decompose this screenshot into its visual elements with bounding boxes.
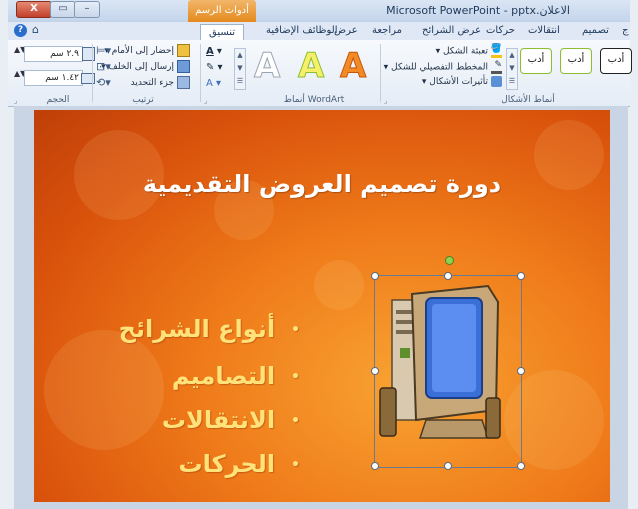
bullet-symbol: •	[291, 369, 300, 385]
bullet-text: التصاميم	[171, 362, 276, 390]
title-bar: X ▭ – أدوات الرسم Microsoft PowerPoint -…	[8, 0, 630, 23]
tab-slideshow[interactable]: عرض الشرائح	[422, 22, 481, 40]
text-fill-icon[interactable]: A ▾	[206, 46, 222, 57]
width-spinner[interactable]: ▲▼	[14, 70, 26, 84]
help-icon[interactable]: ?	[14, 24, 27, 37]
shape-style-dark-outline[interactable]: أدب	[600, 48, 632, 74]
bullet-symbol: •	[291, 322, 300, 338]
shape-styles-gallery-scroll[interactable]: ▲ ▼ ☰	[506, 48, 518, 90]
resize-handle[interactable]	[517, 462, 525, 470]
wordart-group-label: أنماط WordArt	[283, 95, 345, 105]
bullet-text: أنواع الشرائح	[118, 315, 276, 343]
text-effects-icon[interactable]: A ▾	[206, 78, 221, 89]
arrange-group-label: ترتيب	[132, 95, 154, 105]
shape-fill-button[interactable]: 🪣تعبئة الشكل ▾	[436, 44, 502, 58]
maximize-button[interactable]: ▭	[50, 1, 76, 18]
bring-forward-icon	[177, 44, 190, 57]
minimize-ribbon-icon[interactable]: ⌂	[32, 23, 39, 36]
tab-addins[interactable]: الوظائف الإضافية	[266, 22, 338, 40]
separator	[92, 44, 93, 102]
resize-handle[interactable]	[517, 367, 525, 375]
shape-effects-icon	[491, 76, 502, 87]
tab-review[interactable]: مراجعة	[372, 22, 402, 40]
align-icon[interactable]: ⊨▾	[96, 44, 111, 57]
size-group-label: الحجم	[46, 95, 70, 105]
separator	[200, 44, 201, 102]
selection-pane-button[interactable]: جزء التحديد	[131, 76, 190, 89]
tab-transitions[interactable]: انتقالات	[528, 22, 560, 40]
shape-effects-button[interactable]: تأثيرات الأشكال ▾	[422, 76, 502, 87]
shape-width-field[interactable]: ١.٤٢ سم	[24, 70, 83, 86]
bullet-text: الحركات	[178, 450, 276, 478]
bullet-item[interactable]: • الحركات	[178, 450, 300, 478]
size-launcher-icon[interactable]: ⌟	[14, 97, 22, 105]
shape-effects-label: تأثيرات الأشكال	[429, 77, 488, 87]
rotation-handle[interactable]	[445, 256, 454, 265]
resize-handle[interactable]	[371, 462, 379, 470]
arrange-group: إحضار إلى الأمام ▾ إرسال إلى الخلف ▾ جزء…	[94, 42, 194, 92]
bullet-item[interactable]: • التصاميم	[172, 362, 300, 390]
bring-forward-button[interactable]: إحضار إلى الأمام ▾	[104, 44, 190, 57]
shape-format-commands: 🪣تعبئة الشكل ▾ ✎المخطط التفصيلي للشكل ▾ …	[384, 42, 502, 92]
wordart-gallery-scroll[interactable]: ▲ ▼ ☰	[234, 48, 246, 90]
drawing-tools-contextual-tab: أدوات الرسم	[188, 0, 256, 22]
minimize-button[interactable]: –	[74, 1, 100, 18]
shape-fill-label: تعبئة الشكل	[442, 46, 488, 57]
tab-design[interactable]: تصميم	[582, 22, 609, 40]
wordart-style-outline[interactable]: A	[253, 46, 280, 87]
wordart-style-yellow[interactable]: A	[297, 46, 324, 87]
resize-handle[interactable]	[444, 462, 452, 470]
resize-handle[interactable]	[371, 272, 379, 280]
send-backward-icon	[177, 60, 190, 73]
tab-animations[interactable]: حركات	[486, 22, 515, 40]
text-outline-icon[interactable]: ✎ ▾	[206, 62, 223, 73]
bullet-item[interactable]: • الانتقالات	[162, 406, 300, 434]
bullet-text: الانتقالات	[161, 406, 276, 434]
bullet-item[interactable]: • أنواع الشرائح	[119, 315, 300, 343]
ribbon-tab-row: ? ⌂ تنسيق الوظائف الإضافية عرض مراجعة عر…	[8, 22, 630, 42]
resize-handle[interactable]	[371, 367, 379, 375]
paint-bucket-icon: 🪣	[491, 44, 502, 58]
ribbon: ▲▼ ٢.٩ سم ▲▼ ١.٤٢ سم الحجم ⌟ إحضار إلى ا…	[8, 40, 632, 107]
shape-outline-button[interactable]: ✎المخطط التفصيلي للشكل ▾	[384, 60, 502, 74]
bullet-symbol: •	[291, 457, 300, 473]
close-button[interactable]: X	[16, 1, 52, 18]
bring-forward-label: إحضار إلى الأمام	[111, 46, 174, 56]
separator	[380, 44, 381, 102]
shape-selection-frame[interactable]	[374, 275, 522, 468]
shape-styles-group-label: أنماط الأشكال	[501, 95, 555, 105]
rotate-icon[interactable]: ⟲▾	[96, 76, 111, 89]
height-spinner[interactable]: ▲▼	[14, 46, 26, 60]
shape-style-green-outline[interactable]: أدب	[520, 48, 552, 74]
shape-styles-launcher-icon[interactable]: ⌟	[384, 97, 392, 105]
background-bokeh	[314, 260, 364, 310]
selection-pane-icon	[177, 76, 190, 89]
pen-icon: ✎	[491, 60, 502, 74]
shape-style-green[interactable]: أدب	[560, 48, 592, 74]
tab-view[interactable]: عرض	[334, 22, 358, 40]
selection-pane-label: جزء التحديد	[130, 78, 174, 88]
slide-title[interactable]: دورة تصميم العروض التقديمية	[34, 170, 610, 198]
group-icon[interactable]: ⊡▾	[96, 60, 111, 73]
resize-handle[interactable]	[444, 272, 452, 280]
wordart-style-orange[interactable]: A	[339, 46, 366, 87]
tab-insert[interactable]: ج	[622, 22, 628, 40]
shape-height-field[interactable]: ٢.٩ سم	[24, 46, 83, 62]
send-backward-button[interactable]: إرسال إلى الخلف ▾	[101, 60, 190, 73]
send-backward-label: إرسال إلى الخلف	[108, 62, 174, 72]
window-title: Microsoft PowerPoint - pptx.الاعلان	[386, 4, 570, 17]
bullet-symbol: •	[291, 413, 300, 429]
resize-handle[interactable]	[517, 272, 525, 280]
background-bokeh	[44, 330, 164, 450]
slide[interactable]: دورة تصميم العروض التقديمية • أنواع الشرا…	[34, 110, 610, 502]
wordart-launcher-icon[interactable]: ⌟	[204, 97, 212, 105]
shape-outline-label: المخطط التفصيلي للشكل	[391, 62, 488, 73]
